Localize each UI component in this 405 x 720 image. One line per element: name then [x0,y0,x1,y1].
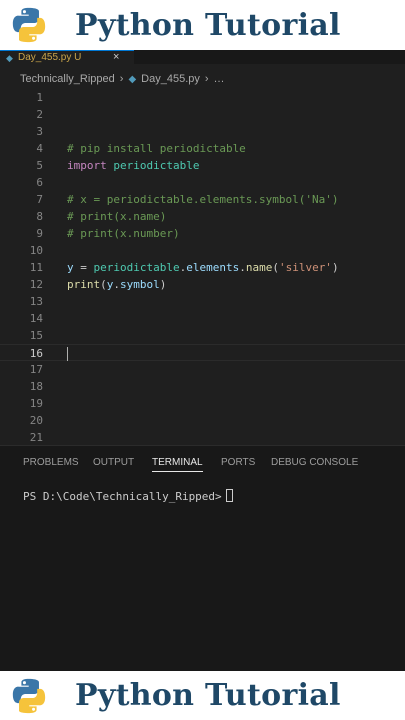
python-file-icon: ◆ [6,53,13,63]
line-number: 19 [29,397,43,410]
code-line: 2 [0,106,405,123]
code-line: 14 [0,310,405,327]
line-number: 20 [29,414,43,427]
string-literal: 'silver' [278,261,332,274]
close-icon[interactable]: × [113,51,119,63]
code-line: 17 [0,361,405,378]
function-name: name [245,261,273,274]
code-line: 1 [0,89,405,106]
assignment-statement: y = periodictable.elements.name('silver'… [67,259,339,276]
comment-print-name: # print(x.name) [67,210,167,223]
vscode-editor: ◆ Day_455.py U × Technically_Ripped › ◆ … [0,50,405,671]
comment-print-number: # print(x.number) [67,227,180,240]
variable-y: y [67,261,74,274]
line-number: 14 [29,312,43,325]
breadcrumb-folder[interactable]: Technically_Ripped [20,73,115,85]
line-number: 15 [29,329,43,342]
code-line: 19 [0,395,405,412]
line-number: 4 [36,142,43,155]
code-line: 18 [0,378,405,395]
module-name: periodictable [93,261,180,274]
code-line: 15 [0,327,405,344]
chevron-right-icon: › [204,73,209,85]
dot: . [239,261,246,274]
editor-tab-day-455[interactable]: ◆ Day_455.py U × [0,50,134,64]
code-line: 4 # pip install periodictable [0,140,405,157]
code-line: 10 [0,242,405,259]
comment-symbol: # x = periodictable.elements.symbol('Na'… [67,193,339,206]
tab-debug-console[interactable]: DEBUG CONSOLE [271,457,358,468]
line-number: 3 [36,125,43,138]
line-number: 5 [36,159,43,172]
attribute: symbol [120,278,160,291]
code-line: 11 y = periodictable.elements.name('silv… [0,259,405,276]
tab-terminal[interactable]: TERMINAL [152,457,203,472]
line-number: 16 [29,347,43,360]
code-line: 6 [0,174,405,191]
attribute: elements [186,261,240,274]
line-number: 17 [29,363,43,376]
code-line: 13 [0,293,405,310]
line-number: 8 [36,210,43,223]
print-statement: print(y.symbol) [67,276,166,293]
line-number: 13 [29,295,43,308]
terminal[interactable]: PS D:\Code\Technically_Ripped> [23,489,233,503]
python-file-icon: ◆ [128,73,137,85]
breadcrumb-file[interactable]: Day_455.py [141,73,200,85]
paren: ( [100,278,107,291]
operator: = [73,261,94,274]
line-number: 9 [36,227,43,240]
line-number: 11 [29,261,43,274]
code-line: 5 import periodictable [0,157,405,174]
paren: ) [159,278,167,291]
comment-pip-install: # pip install periodictable [67,142,246,155]
line-number: 1 [36,91,43,104]
line-number: 7 [36,193,43,206]
line-number: 10 [29,244,43,257]
code-line: 8 # print(x.name) [0,208,405,225]
code-line: 3 [0,123,405,140]
line-number: 2 [36,108,43,121]
tab-output[interactable]: OUTPUT [93,457,134,468]
breadcrumb-more[interactable]: … [214,73,225,85]
tab-problems[interactable]: PROBLEMS [23,457,79,468]
bottom-panel: PROBLEMS OUTPUT TERMINAL PORTS DEBUG CON… [0,445,405,671]
tab-filename: Day_455.py U [18,52,82,63]
breadcrumb: Technically_Ripped › ◆ Day_455.py › … [0,68,405,90]
code-line: 9 # print(x.number) [0,225,405,242]
terminal-prompt: PS D:\Code\Technically_Ripped> [23,490,222,503]
banner-title: Python Tutorial [75,7,341,43]
top-banner: Python Tutorial [0,0,405,50]
tab-bar: ◆ Day_455.py U × [0,50,405,64]
terminal-cursor [225,489,233,502]
banner-title: Python Tutorial [75,678,341,713]
code-line: 7 # x = periodictable.elements.symbol('N… [0,191,405,208]
module-name: periodictable [113,159,200,172]
line-number: 6 [36,176,43,189]
dot: . [113,278,120,291]
line-number: 21 [29,431,43,444]
bottom-banner: Python Tutorial [0,671,405,720]
current-line[interactable]: 16 [0,344,405,361]
text-cursor [67,347,68,361]
paren: ) [331,261,339,274]
tab-ports[interactable]: PORTS [221,457,255,468]
python-logo-icon [12,7,46,43]
function-name: print [67,278,101,291]
line-number: 18 [29,380,43,393]
code-line: 21 [0,429,405,446]
python-logo-icon [12,678,46,713]
line-number: 12 [29,278,43,291]
import-statement: import periodictable [67,157,199,174]
paren: ( [272,261,279,274]
panel-tabs: PROBLEMS OUTPUT TERMINAL PORTS DEBUG CON… [0,446,405,480]
code-line: 12 print(y.symbol) [0,276,405,293]
import-keyword: import [67,159,107,172]
code-line: 20 [0,412,405,429]
chevron-right-icon: › [119,73,124,85]
